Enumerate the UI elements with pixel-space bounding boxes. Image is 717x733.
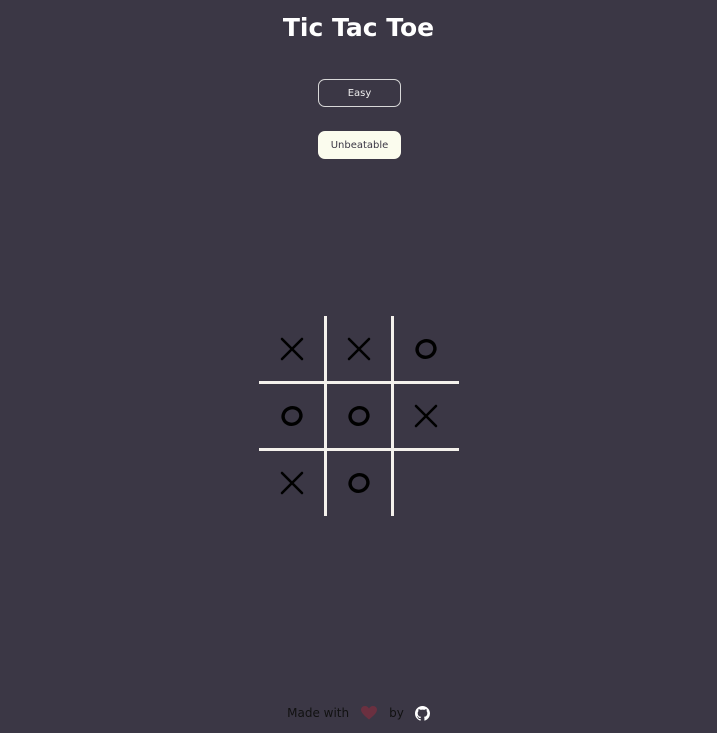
board-cell-4[interactable] — [259, 383, 325, 449]
x-mark-icon — [414, 404, 438, 428]
footer: Made with by — [0, 703, 717, 723]
board-cell-5[interactable] — [326, 383, 392, 449]
github-icon[interactable] — [414, 705, 430, 721]
game-board — [259, 316, 459, 516]
board-cell-6[interactable] — [393, 383, 459, 449]
board-cell-1[interactable] — [259, 316, 325, 382]
board-cell-2[interactable] — [326, 316, 392, 382]
board-cell-7[interactable] — [259, 450, 325, 516]
page-title: Tic Tac Toe — [282, 13, 435, 42]
x-mark-icon — [280, 337, 304, 361]
unbeatable-button[interactable]: Unbeatable — [318, 131, 401, 159]
board-cell-8[interactable] — [326, 450, 392, 516]
o-mark-icon — [281, 406, 303, 426]
easy-button[interactable]: Easy — [318, 79, 401, 107]
x-mark-icon — [347, 337, 371, 361]
footer-made-with: Made with — [287, 706, 350, 720]
footer-by: by — [389, 706, 404, 720]
board-cell-9[interactable] — [393, 450, 459, 516]
heart-icon — [361, 706, 378, 720]
o-mark-icon — [348, 406, 370, 426]
o-mark-icon — [348, 473, 370, 493]
board-cell-3[interactable] — [393, 316, 459, 382]
o-mark-icon — [415, 339, 437, 359]
x-mark-icon — [280, 471, 304, 495]
